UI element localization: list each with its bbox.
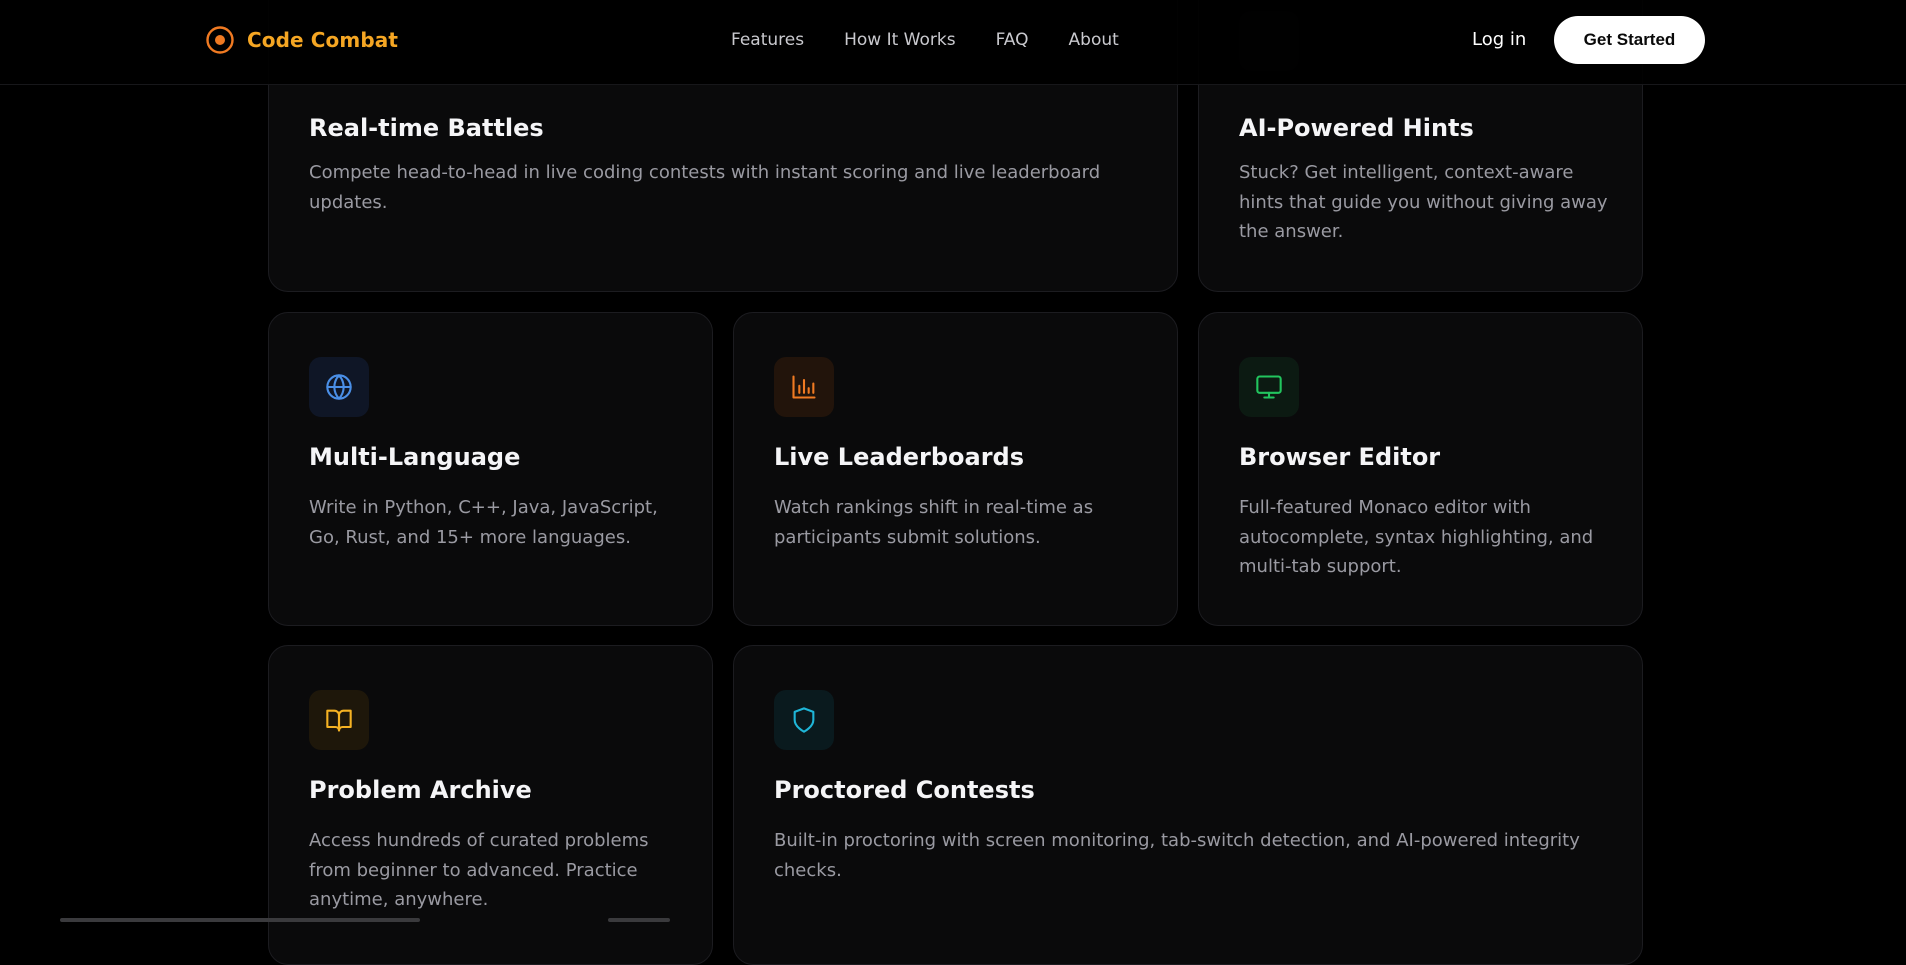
feature-description: Built-in proctoring with screen monitori…: [774, 830, 1580, 881]
nav-link-faq[interactable]: FAQ: [996, 28, 1029, 52]
main-nav: Features How It Works FAQ About: [731, 28, 1119, 52]
shield-icon: [774, 690, 834, 750]
feature-description: Write in Python, C++, Java, JavaScript, …: [309, 497, 658, 548]
feature-description: Stuck? Get intelligent, context-aware hi…: [1239, 162, 1608, 242]
brand-logo-link[interactable]: Code Combat: [205, 22, 398, 58]
monitor-icon: [1239, 357, 1299, 417]
feature-title: Real-time Battles: [309, 114, 544, 142]
feature-card-problem-archive: Problem Archive Access hundreds of curat…: [268, 645, 713, 965]
feature-title: Live Leaderboards: [774, 443, 1025, 471]
feature-description: Access hundreds of curated problems from…: [309, 830, 649, 910]
nav-link-about[interactable]: About: [1069, 28, 1119, 52]
feature-title: Multi-Language: [309, 443, 521, 471]
feature-title: Browser Editor: [1239, 443, 1441, 471]
feature-card-proctored-contests: Proctored Contests Built-in proctoring w…: [733, 645, 1643, 965]
horizontal-scrollbar[interactable]: [60, 918, 420, 922]
nav-link-features[interactable]: Features: [731, 28, 804, 52]
feature-card-browser-editor: Browser Editor Full-featured Monaco edit…: [1198, 312, 1643, 626]
feature-title: Proctored Contests: [774, 776, 1035, 804]
brand-name: Code Combat: [247, 28, 398, 52]
globe-icon: [309, 357, 369, 417]
top-navigation: Code Combat Features How It Works FAQ Ab…: [0, 0, 1906, 85]
feature-description: Full-featured Monaco editor with autocom…: [1239, 497, 1594, 577]
bar-chart-icon: [774, 357, 834, 417]
feature-title: Problem Archive: [309, 776, 532, 804]
feature-card-multi-language: Multi-Language Write in Python, C++, Jav…: [268, 312, 713, 626]
feature-description: Compete head-to-head in live coding cont…: [309, 162, 1101, 213]
nav-link-how-it-works[interactable]: How It Works: [844, 28, 955, 52]
feature-description: Watch rankings shift in real-time as par…: [774, 497, 1094, 548]
book-icon: [309, 690, 369, 750]
feature-title: AI-Powered Hints: [1239, 114, 1474, 142]
login-link[interactable]: Log in: [1472, 28, 1526, 52]
feature-card-live-leaderboards: Live Leaderboards Watch rankings shift i…: [733, 312, 1178, 626]
get-started-button[interactable]: Get Started: [1554, 16, 1705, 64]
horizontal-scrollbar-thumb[interactable]: [608, 918, 670, 922]
target-icon: [205, 25, 235, 55]
